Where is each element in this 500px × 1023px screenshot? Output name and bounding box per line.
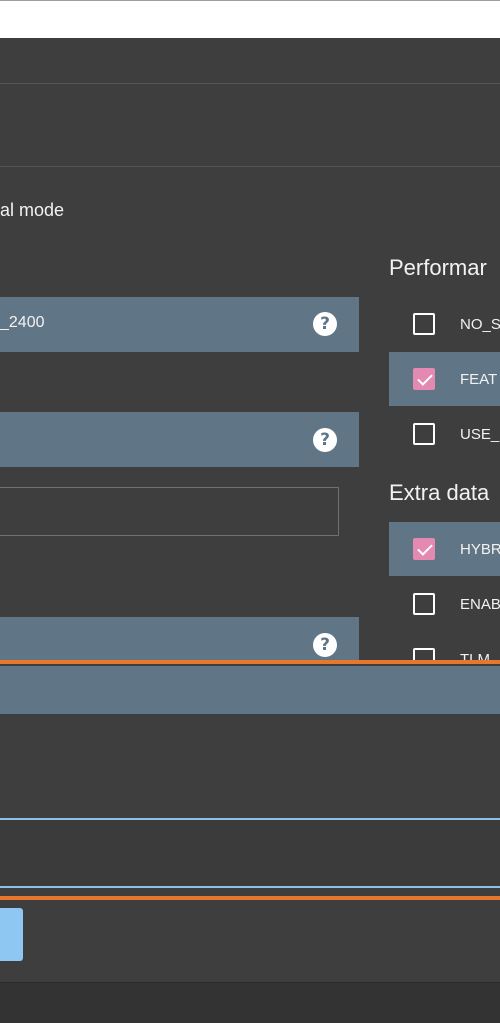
select-field-3[interactable]: ?	[0, 617, 359, 661]
browser-top-bar	[0, 0, 500, 38]
checkbox-checked[interactable]	[413, 538, 435, 560]
help-icon[interactable]: ?	[313, 312, 337, 336]
checkbox[interactable]	[413, 313, 435, 335]
select-field-2[interactable]: ?	[0, 412, 359, 467]
performance-title: Performar	[389, 255, 487, 280]
checkbox-row-use[interactable]: USE_	[389, 407, 500, 461]
text-input[interactable]	[0, 487, 339, 536]
overlay-text-input[interactable]	[0, 818, 500, 888]
divider	[0, 83, 500, 84]
checkbox-row-enab[interactable]: ENAB	[389, 577, 500, 631]
checkbox-row-feat[interactable]: FEAT	[389, 352, 500, 406]
mode-label: al mode	[0, 200, 65, 220]
checkbox[interactable]	[413, 423, 435, 445]
overlay-header-band	[0, 666, 500, 714]
checkbox-row-tlm[interactable]: TLM	[389, 632, 500, 661]
primary-button[interactable]	[0, 908, 23, 961]
divider	[0, 166, 500, 167]
checkbox-label: FEAT	[460, 371, 498, 388]
select-field-value: _2400	[0, 314, 45, 331]
checkbox-checked[interactable]	[413, 368, 435, 390]
checkbox[interactable]	[413, 593, 435, 615]
checkbox-label: ENAB	[460, 596, 500, 613]
select-field-1[interactable]: _2400 ?	[0, 297, 359, 352]
help-icon[interactable]: ?	[313, 428, 337, 452]
checkbox-row-hybr[interactable]: HYBR	[389, 522, 500, 576]
checkbox-label: USE_	[460, 426, 500, 443]
checkbox-label: NO_S	[460, 316, 500, 333]
footer-bar	[0, 982, 500, 1023]
overlay-border-top	[0, 660, 500, 664]
help-icon[interactable]: ?	[313, 633, 337, 657]
checkbox-label: HYBR	[460, 541, 500, 558]
extra-data-title: Extra data	[389, 480, 490, 505]
overlay-border-bottom	[0, 896, 500, 900]
checkbox-row-no-s[interactable]: NO_S	[389, 297, 500, 351]
